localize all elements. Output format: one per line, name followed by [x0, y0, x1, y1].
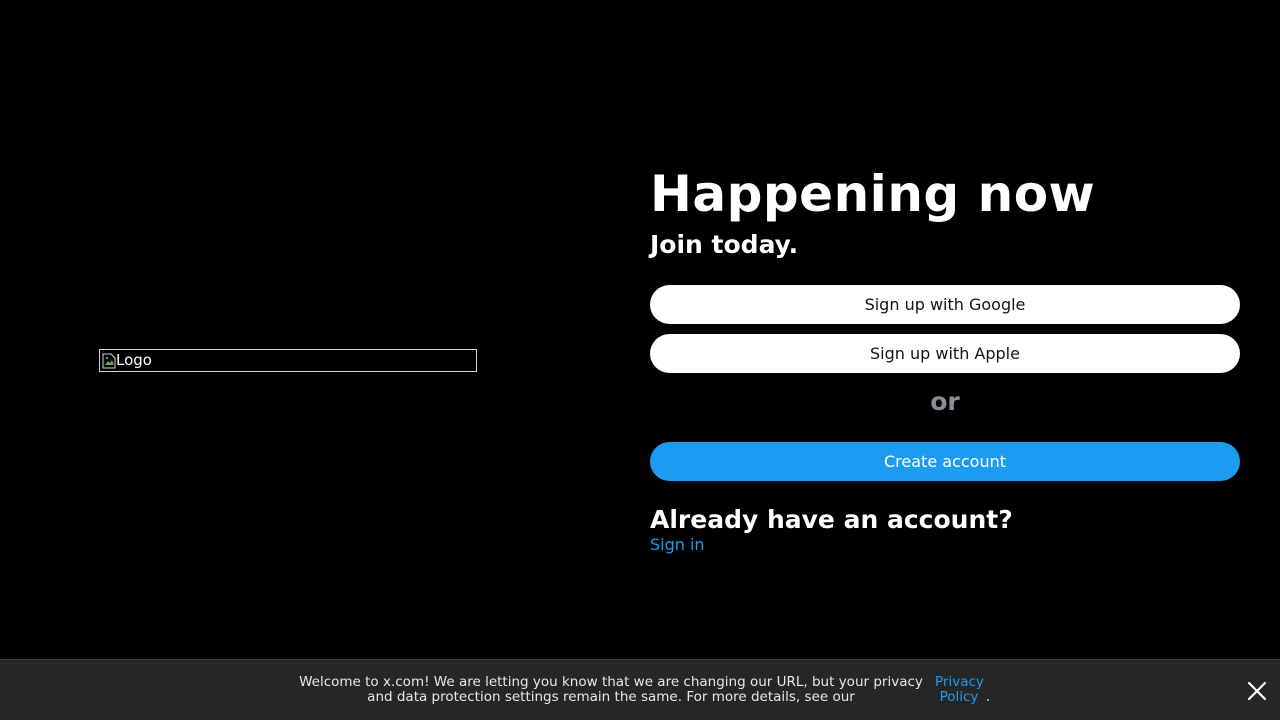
url-change-banner: Welcome to x.com! We are letting you kno… [0, 659, 1280, 720]
headline: Happening now [650, 165, 1096, 223]
create-account-label: Create account [884, 452, 1006, 471]
signup-panel: Happening now Join today. Sign up with G… [650, 165, 1240, 555]
logo-image: Logo [99, 349, 477, 372]
logo-alt-text: Logo [116, 351, 152, 369]
close-icon[interactable] [1246, 680, 1268, 702]
signin-prompt: Already have an account? [650, 505, 1013, 534]
or-divider: or [930, 387, 960, 416]
subheadline: Join today. [650, 230, 799, 259]
banner-content: Welcome to x.com! We are letting you kno… [296, 675, 990, 705]
broken-image-icon [102, 353, 116, 369]
signup-google-label: Sign up with Google [864, 295, 1026, 314]
signup-google-button[interactable]: Sign up with Google [650, 285, 1240, 324]
banner-message: Welcome to x.com! We are letting you kno… [299, 674, 923, 705]
signup-apple-button[interactable]: Sign up with Apple [650, 334, 1240, 373]
signin-link[interactable]: Sign in [650, 535, 705, 555]
page: Logo Happening now Join today. Sign up w… [0, 0, 1280, 720]
privacy-policy-link[interactable]: Privacy Policy [935, 675, 984, 705]
create-account-button[interactable]: Create account [650, 442, 1240, 481]
banner-trailing-period: . [986, 689, 991, 705]
signup-apple-label: Sign up with Apple [870, 344, 1020, 363]
